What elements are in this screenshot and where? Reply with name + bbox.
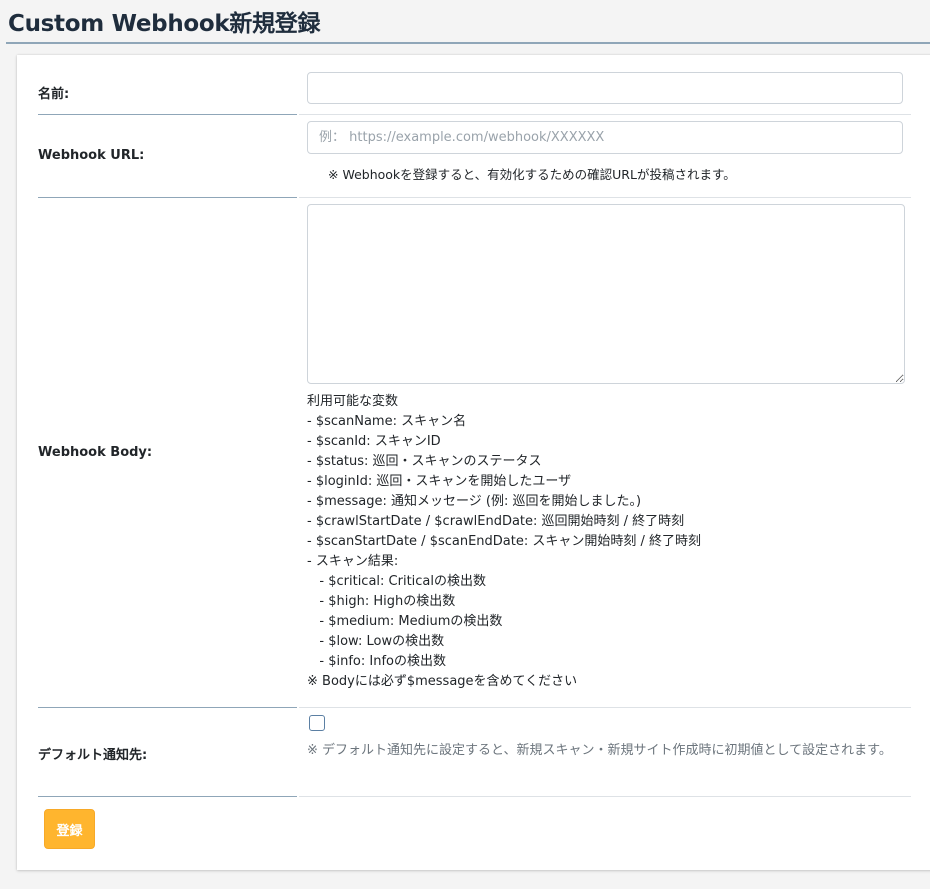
- name-input[interactable]: [307, 72, 903, 104]
- row-divider: [299, 796, 911, 797]
- variable-item: - $low: Lowの検出数: [307, 634, 445, 649]
- name-label: 名前:: [38, 87, 70, 102]
- row-divider: [38, 114, 297, 115]
- page-header: Custom Webhook新規登録: [0, 0, 930, 44]
- webhook-url-note: ※ Webhookを登録すると、有効化するための確認URLが投稿されます。: [328, 167, 736, 182]
- variable-item: - $loginId: 巡回・スキャンを開始したユーザ: [307, 474, 572, 489]
- row-divider: [38, 707, 297, 708]
- variable-item: - $scanName: スキャン名: [307, 414, 467, 429]
- variable-item: - $crawlStartDate / $crawlEndDate: 巡回開始時…: [307, 514, 685, 529]
- variable-item: - $scanId: スキャンID: [307, 434, 441, 449]
- variable-item: - $info: Infoの検出数: [307, 654, 446, 669]
- variable-item: - スキャン結果:: [307, 554, 399, 569]
- webhook-url-input[interactable]: [307, 121, 903, 154]
- webhook-url-label: Webhook URL:: [38, 148, 145, 163]
- page-title: Custom Webhook新規登録: [8, 11, 321, 37]
- variables-heading: 利用可能な変数: [307, 394, 399, 409]
- variable-item: - $medium: Mediumの検出数: [307, 614, 503, 629]
- variable-item: - $message: 通知メッセージ (例: 巡回を開始しました。): [307, 494, 642, 509]
- variable-item: - $status: 巡回・スキャンのステータス: [307, 454, 542, 469]
- row-divider: [38, 197, 297, 198]
- webhook-body-label: Webhook Body:: [38, 445, 153, 460]
- body-required-note: ※ Bodyには必ず$messageを含めてください: [307, 674, 578, 689]
- variable-item: - $high: Highの検出数: [307, 594, 456, 609]
- row-divider: [38, 796, 297, 797]
- row-divider: [299, 114, 911, 115]
- variable-item: - $scanStartDate / $scanEndDate: スキャン開始時…: [307, 534, 702, 549]
- submit-button[interactable]: 登録: [44, 809, 95, 849]
- default-notify-note: ※ デフォルト通知先に設定すると、新規スキャン・新規サイト作成時に初期値として設…: [307, 743, 892, 758]
- default-notify-label: デフォルト通知先:: [38, 748, 148, 763]
- row-divider: [299, 707, 911, 708]
- header-divider: [6, 42, 930, 44]
- default-notify-checkbox[interactable]: [309, 715, 325, 731]
- webhook-body-textarea[interactable]: [307, 204, 905, 384]
- variable-item: - $critical: Criticalの検出数: [307, 574, 487, 589]
- row-divider: [299, 197, 911, 198]
- available-variables: 利用可能な変数 - $scanName: スキャン名 - $scanId: スキ…: [307, 392, 907, 692]
